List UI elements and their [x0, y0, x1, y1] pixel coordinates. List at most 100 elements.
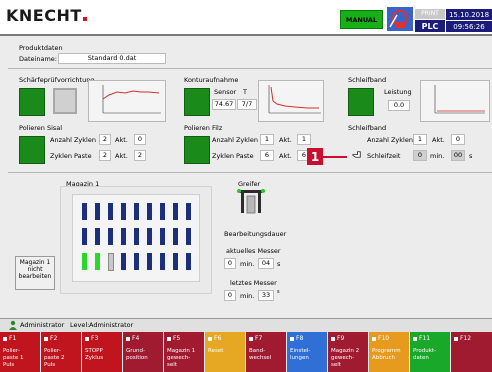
fkey-f9[interactable]: F9 Magazin 2 gewech- selt [328, 332, 368, 372]
filz-zyklen-label: Anzahl Zyklen [212, 136, 258, 144]
fkey-f11[interactable]: F11 Produkt- daten [410, 332, 450, 372]
fkey-f7[interactable]: F7 Band- wechsel [246, 332, 286, 372]
magazin-slot-done [95, 253, 100, 270]
divider [8, 172, 492, 173]
filz-zyklen-field[interactable]: 1 [260, 134, 274, 145]
magazin-slot [134, 203, 139, 220]
callout-line [323, 156, 347, 158]
letztes-label: letztes Messer [230, 279, 277, 287]
schleifzeit-sec[interactable]: 00 [451, 150, 465, 161]
schaerfe-title: Schärfeprüfvorrichtung [19, 76, 95, 84]
filz-title: Polieren Filz [184, 124, 223, 132]
fkey-number: F4 [126, 335, 139, 342]
magazin-slot [82, 203, 87, 220]
fkey-label: Polier- paste 1 Puls [3, 348, 24, 368]
fkey-f8[interactable]: F8 Einstel- lungen [287, 332, 327, 372]
magazin-slot [160, 203, 165, 220]
function-key-bar: F1 Polier- paste 1 Puls F2 Polier- paste 2… [0, 332, 492, 372]
fkey-number: F6 [208, 335, 221, 342]
schleifband-status-lamp [348, 88, 374, 116]
sisal-title: Polieren Sisal [19, 124, 63, 132]
magazin-slot [95, 228, 100, 245]
sisal-zyklen-label: Anzahl Zyklen [50, 136, 96, 144]
fkey-label: Grund- position [126, 348, 148, 361]
fkey-f5[interactable]: F5 Magazin 1 gewech- selt [164, 332, 204, 372]
magazin-slot-done [82, 253, 87, 270]
t-value: 7/7 [237, 99, 257, 110]
sisal-akt-label: Akt. [115, 136, 128, 144]
magazin-slot [186, 253, 191, 270]
fkey-number: F11 [413, 335, 430, 342]
aktuell-min: 0 [224, 258, 236, 269]
letztes-min-label: min. [240, 292, 255, 300]
fkey-number: F5 [167, 335, 180, 342]
kontur-chart [258, 80, 324, 122]
date-display: 15.10.2018 [446, 9, 492, 20]
magazin-slot [121, 228, 126, 245]
aktuell-min-label: min. [240, 260, 255, 268]
letztes-sec: 33 [258, 290, 274, 301]
fkey-number: F3 [85, 335, 98, 342]
sensor-label: Sensor [214, 88, 237, 96]
sisal-paste-field[interactable]: 2 [99, 150, 111, 161]
aktuell-label: aktuelles Messer [226, 247, 281, 255]
fkey-label: Reset [208, 348, 224, 354]
fkey-f12[interactable]: F12 [451, 332, 492, 372]
leistung-label: Leistung [384, 88, 412, 96]
fkey-label: STOPP Zyklus [85, 348, 104, 361]
fkey-label: Band- wechsel [249, 348, 272, 361]
sisal-paste-label: Zyklen Paste [50, 152, 92, 160]
magazin-slot [173, 203, 178, 220]
mode-manual-button[interactable]: MANUAL [340, 10, 383, 29]
schleifzeit-s-label: s [469, 152, 473, 160]
kontur-title: Konturaufnahme [184, 76, 239, 84]
sisal-zyklen-field[interactable]: 2 [99, 134, 111, 145]
fkey-label: Magazin 1 gewech- selt [167, 348, 196, 368]
fkey-f10[interactable]: F10 Programm Abbruch [369, 332, 409, 372]
fkey-number: F10 [372, 335, 389, 342]
schleifband-akt-label: Akt. [432, 136, 445, 144]
magazin-skip-button[interactable]: Magazin 1 nicht bearbeiten [15, 256, 55, 290]
magazin-slot [147, 203, 152, 220]
fkey-label: Produkt- daten [413, 348, 437, 361]
fkey-f2[interactable]: F2 Polier- paste 2 Puls [41, 332, 81, 372]
header-divider [0, 34, 492, 36]
fkey-number: F7 [249, 335, 262, 342]
schleifzeit-min[interactable]: 0 [413, 150, 427, 161]
machine-status-icon[interactable] [387, 7, 413, 31]
fkey-f6[interactable]: F6 Reset [205, 332, 245, 372]
t-label: T [243, 88, 247, 96]
filz-status-lamp [184, 136, 210, 164]
magazin-slot [160, 253, 165, 270]
divider [8, 68, 492, 69]
filz-paste-akt-label: Akt. [279, 152, 292, 160]
fkey-label: Magazin 2 gewech- selt [331, 348, 360, 368]
user-icon [9, 320, 17, 330]
fkey-number: F1 [3, 335, 16, 342]
schaerfe-sensor-lamp [53, 88, 77, 114]
fkey-f4[interactable]: F4 Grund- position [123, 332, 163, 372]
letztes-s-label: s [277, 289, 280, 295]
filz-paste-field[interactable]: 6 [260, 150, 274, 161]
level-label: Level: [70, 321, 90, 329]
magazin-slot [147, 228, 152, 245]
sisal-paste-akt: 2 [134, 150, 146, 161]
greifer-icon [237, 189, 265, 214]
knecht-logo: KNECHT [6, 6, 87, 25]
filz-zyklen-akt: 1 [297, 134, 311, 145]
schaerfe-chart [88, 80, 166, 122]
fkey-f1[interactable]: F1 Polier- paste 1 Puls [0, 332, 40, 372]
fkey-number: F12 [454, 335, 471, 342]
schleifband-top-title: Schleifband [348, 76, 387, 84]
fkey-number: F9 [331, 335, 344, 342]
callout-marker: 1 [307, 148, 323, 165]
filename-label: Dateiname: [19, 55, 57, 63]
magazin-slot [173, 253, 178, 270]
magazin-slot [134, 253, 139, 270]
plc-indicator: PLC [415, 20, 445, 32]
fkey-f3[interactable]: F3 STOPP Zyklus [82, 332, 122, 372]
fkey-label: Programm Abbruch [372, 348, 401, 361]
sisal-paste-akt-label: Akt. [115, 152, 128, 160]
schleifband-zyklen-field[interactable]: 1 [413, 134, 427, 145]
status-field: PRINT [415, 9, 445, 19]
